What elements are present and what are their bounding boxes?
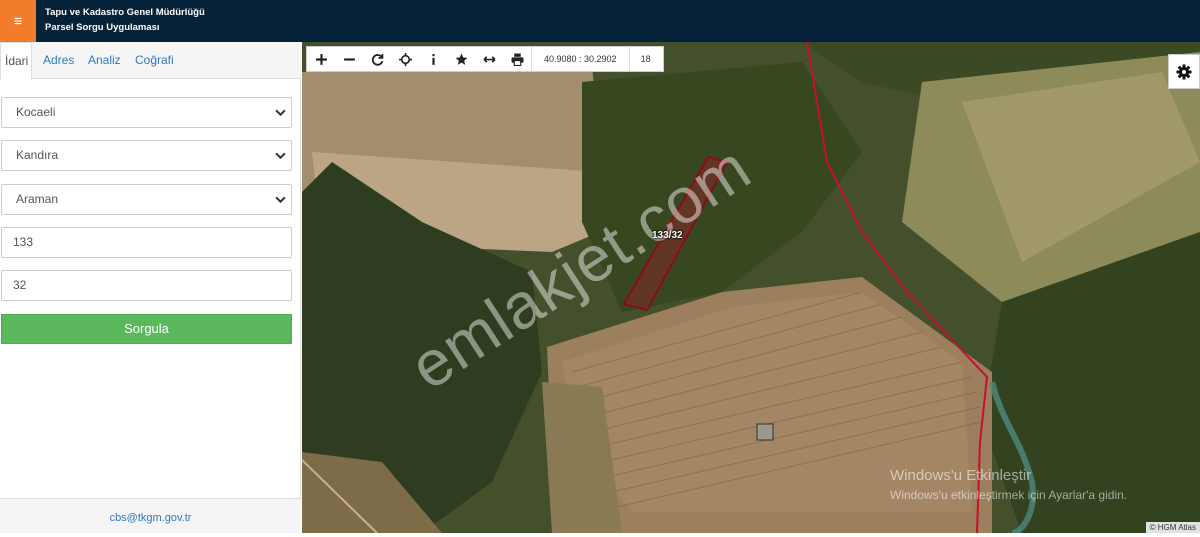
refresh-button[interactable]	[363, 47, 391, 71]
province-value: Kocaeli	[16, 105, 56, 119]
print-icon	[511, 53, 523, 66]
menu-button[interactable]: ≡	[0, 0, 36, 42]
map-toolbar: 40.9080 : 30.2902 18	[306, 46, 664, 72]
map-view[interactable]: emlakjet.com 133/32 40.9080 : 30.2902 18	[302, 42, 1200, 533]
block-number-input[interactable]: 133	[1, 227, 292, 258]
measure-button[interactable]	[475, 47, 503, 71]
district-select[interactable]: Kandıra	[1, 140, 292, 171]
plus-icon	[315, 53, 327, 65]
footer: cbs@tkgm.gov.tr	[0, 498, 301, 533]
favorite-button[interactable]	[447, 47, 475, 71]
chevron-down-icon	[275, 109, 286, 117]
query-button[interactable]: Sorgula	[1, 314, 292, 344]
info-icon	[431, 53, 435, 65]
neighborhood-value: Araman	[16, 192, 59, 206]
parcel-number-input[interactable]: 32	[1, 270, 292, 301]
hamburger-icon: ≡	[13, 12, 23, 30]
app-title-line1: Tapu ve Kadastro Genel Müdürlüğü	[45, 7, 205, 18]
tab-bar: İdari Adres Analiz Coğrafi	[0, 42, 301, 80]
tab-analiz[interactable]: Analiz	[84, 42, 125, 79]
zoom-level-readout: 18	[628, 47, 663, 71]
minus-icon	[343, 57, 355, 61]
settings-button[interactable]	[1168, 54, 1200, 89]
star-icon	[455, 53, 467, 65]
app-header: ≡ Tapu ve Kadastro Genel Müdürlüğü Parse…	[0, 0, 1200, 42]
app-title-line2: Parsel Sorgu Uygulaması	[45, 22, 160, 33]
tab-cografi[interactable]: Coğrafi	[131, 42, 178, 79]
coordinate-readout: 40.9080 : 30.2902	[531, 47, 629, 71]
district-value: Kandıra	[16, 148, 59, 162]
locate-button[interactable]	[391, 47, 419, 71]
tab-idari[interactable]: İdari	[0, 42, 32, 80]
refresh-icon	[371, 53, 383, 66]
sidebar: İdari Adres Analiz Coğrafi Kocaeli Kandı…	[0, 42, 301, 533]
gear-icon	[1176, 64, 1192, 79]
info-button[interactable]	[419, 47, 447, 71]
zoom-in-button[interactable]	[307, 47, 335, 71]
app-title: Tapu ve Kadastro Genel Müdürlüğü Parsel …	[45, 5, 205, 35]
parcel-label: 133/32	[652, 230, 683, 241]
contact-email-link[interactable]: cbs@tkgm.gov.tr	[110, 512, 192, 524]
windows-activation-title: Windows'u Etkinleştir	[890, 467, 1032, 484]
measure-icon	[483, 55, 495, 63]
province-select[interactable]: Kocaeli	[1, 97, 292, 128]
print-button[interactable]	[503, 47, 531, 71]
neighborhood-select[interactable]: Araman	[1, 184, 292, 215]
chevron-down-icon	[275, 196, 286, 204]
chevron-down-icon	[275, 152, 286, 160]
crosshair-icon	[398, 52, 412, 66]
satellite-imagery	[302, 42, 1200, 533]
tab-adres[interactable]: Adres	[39, 42, 78, 79]
map-attribution: © HGM Atlas	[1145, 522, 1200, 533]
zoom-out-button[interactable]	[335, 47, 363, 71]
windows-activation-subtitle: Windows'u etkinleştirmek için Ayarlar'a …	[890, 488, 1128, 502]
